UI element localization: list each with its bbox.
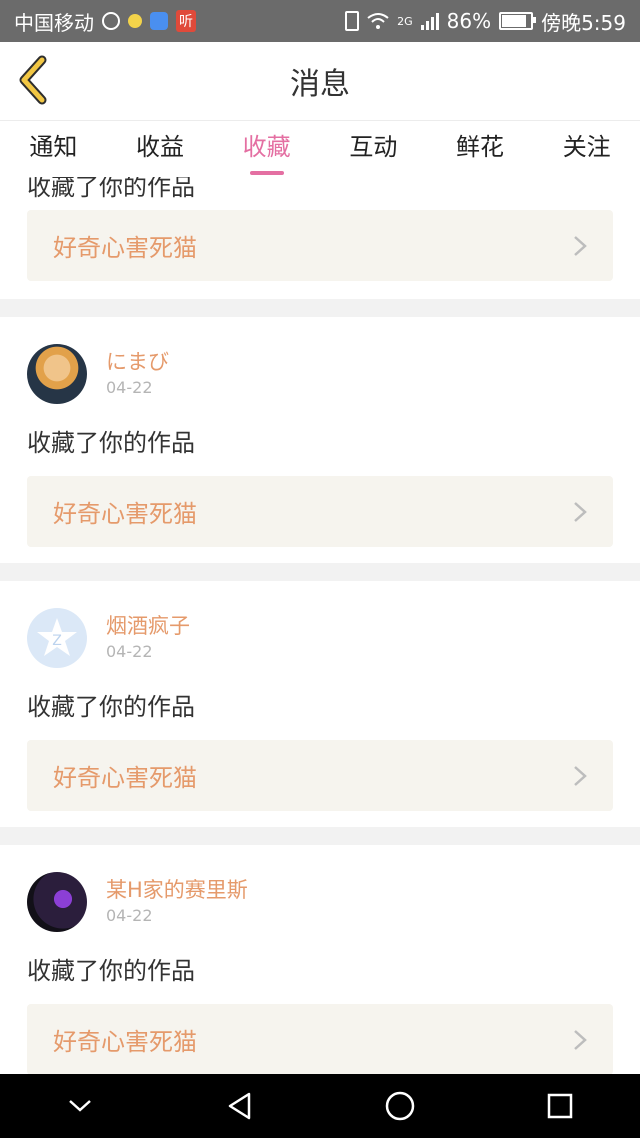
work-title: 好奇心害死猫 [53,500,197,528]
listen-app-icon: 听 [176,10,196,32]
battery-percent: 86% [446,9,492,33]
music-app-icon [150,12,168,30]
work-link[interactable]: 好奇心害死猫 [27,210,613,281]
nav-recents-button[interactable] [540,1086,580,1126]
chevron-right-icon [574,501,587,522]
headset-icon [102,12,120,30]
carrier-label: 中国移动 [14,10,94,35]
work-link[interactable]: 好奇心害死猫 [27,1004,613,1074]
list-item: Z 烟酒疯子 04-22 收藏了你的作品 好奇心害死猫 [0,581,640,827]
list-item: にまび 04-22 收藏了你的作品 好奇心害死猫 [0,317,640,563]
network-type-label: 2G [397,14,413,28]
back-triangle-icon [228,1092,251,1120]
clock: 傍晚5:59 [541,10,626,35]
action-text: 收藏了你的作品 [27,177,195,201]
status-bar: 中国移动 听 2G 86% 傍晚5:59 [0,0,640,42]
home-circle-icon [385,1091,415,1121]
action-text: 收藏了你的作品 [27,429,195,457]
tab-interaction[interactable]: 互动 [320,121,427,177]
tab-income[interactable]: 收益 [107,121,214,177]
chevron-right-icon [574,765,587,786]
action-text: 收藏了你的作品 [27,957,195,985]
list-item: 收藏了你的作品 好奇心害死猫 [0,177,640,299]
date: 04-22 [106,378,153,397]
back-button[interactable] [12,54,64,106]
system-nav-bar [0,1074,640,1138]
app-header: 消息 [0,42,640,121]
tab-notify[interactable]: 通知 [0,121,107,177]
nav-back-button[interactable] [220,1086,260,1126]
list-item: 某H家的赛里斯 04-22 收藏了你的作品 好奇心害死猫 [0,845,640,1074]
username[interactable]: 某H家的赛里斯 [106,876,248,904]
page-title: 消息 [290,67,350,102]
nav-home-button[interactable] [380,1086,420,1126]
collapse-button[interactable] [60,1086,100,1126]
tab-bar: 通知 收益 收藏 互动 鲜花 关注 [0,121,640,177]
work-title: 好奇心害死猫 [53,764,197,792]
avatar[interactable] [27,344,87,404]
work-link[interactable]: 好奇心害死猫 [27,476,613,547]
collapse-icon [69,1100,91,1112]
vibrate-icon [345,11,360,31]
wifi-icon [367,13,389,29]
recents-square-icon [547,1093,573,1119]
username[interactable]: 烟酒疯子 [106,612,190,640]
work-link[interactable]: 好奇心害死猫 [27,740,613,811]
avatar[interactable] [27,872,87,932]
date: 04-22 [106,906,153,925]
tab-following[interactable]: 关注 [533,121,640,177]
date: 04-22 [106,642,153,661]
work-title: 好奇心害死猫 [53,234,197,262]
back-chevron-icon [19,55,47,105]
tab-favorites[interactable]: 收藏 [213,121,320,177]
avatar[interactable]: Z [27,608,87,668]
work-title: 好奇心害死猫 [53,1028,197,1056]
message-list[interactable]: 收藏了你的作品 好奇心害死猫 にまび 04-22 收藏了你的作品 好奇心害死猫 … [0,177,640,1074]
svg-text:Z: Z [52,633,62,649]
username[interactable]: にまび [106,348,169,376]
chevron-right-icon [574,235,587,256]
tab-flowers[interactable]: 鲜花 [427,121,534,177]
action-text: 收藏了你的作品 [27,693,195,721]
battery-icon [499,12,537,30]
signal-icon [420,12,439,30]
bulb-icon [128,14,142,28]
chevron-right-icon [574,1029,587,1050]
default-avatar-icon: Z [37,618,77,656]
